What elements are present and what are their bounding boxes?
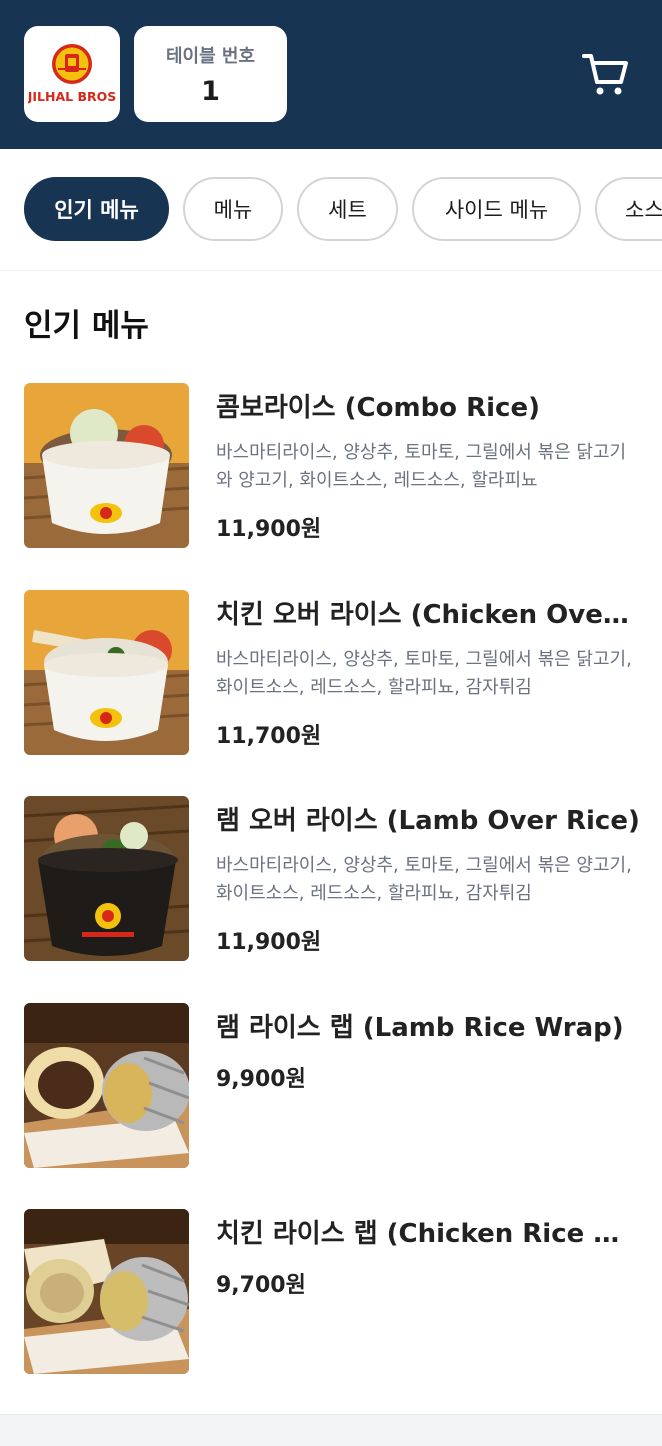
black-bowl-image-icon [24,796,189,961]
table-number-label: 테이블 번호 [165,46,256,67]
table-number-card: 테이블 번호 1 [134,26,287,122]
tab-popular-menu[interactable]: 인기 메뉴 [24,177,169,241]
menu-item-description: 바스마티라이스, 양상추, 토마토, 그릴에서 볶은 닭고기, 화이트소스, 레… [216,649,632,698]
bottom-bar [0,1414,662,1446]
menu-item-price: 11,900원 [216,930,322,955]
menu-item-chicken-over-rice[interactable]: 치킨 오버 라이스 (Chicken Over Rice) 바스마티라이스, 양… [0,590,662,760]
app-header: JILHAL BROS 테이블 번호 1 [0,0,662,149]
svg-text:JILHAL BROS: JILHAL BROS [28,89,116,104]
rice-bowl-image-icon [24,590,189,755]
menu-item-image [24,590,189,755]
brand-logo: JILHAL BROS [24,26,120,122]
menu-item-image [24,1209,189,1374]
menu-item-price: 11,900원 [216,517,322,542]
tab-menu[interactable]: 메뉴 [183,177,283,241]
tab-set[interactable]: 세트 [297,177,398,241]
table-number-value: 1 [201,76,220,107]
cart-button[interactable] [580,50,630,98]
menu-item-name: 콤보라이스 (Combo Rice) [216,393,540,423]
menu-item-price: 9,900원 [216,1067,306,1092]
menu-item-price: 11,700원 [216,724,322,749]
jilhal-bros-logo-icon: JILHAL BROS [28,44,116,104]
wrap-image-icon [24,1209,189,1374]
menu-item-name: 램 라이스 랩 (Lamb Rice Wrap) [216,1013,624,1043]
menu-item-chicken-rice-wrap[interactable]: 치킨 라이스 랩 (Chicken Rice Wrap) 9,700원 [0,1209,662,1379]
rice-bowl-image-icon [24,383,189,548]
menu-item-description: 바스마티라이스, 양상추, 토마토, 그릴에서 볶은 양고기, 화이트소스, 레… [216,855,632,904]
menu-item-image [24,1003,189,1168]
menu-item-name: 램 오버 라이스 (Lamb Over Rice) [216,806,640,836]
category-tabs: 인기 메뉴 메뉴 세트 사이드 메뉴 소스 [0,149,662,271]
tab-side-menu[interactable]: 사이드 메뉴 [412,177,581,241]
section-title: 인기 메뉴 [24,308,149,344]
menu-item-name: 치킨 오버 라이스 (Chicken Over Rice) [216,600,640,630]
menu-item-lamb-rice-wrap[interactable]: 램 라이스 랩 (Lamb Rice Wrap) 9,900원 [0,1003,662,1173]
menu-item-image [24,796,189,961]
menu-item-image [24,383,189,548]
wrap-image-icon [24,1003,189,1168]
menu-item-price: 9,700원 [216,1273,306,1298]
menu-item-description: 바스마티라이스, 양상추, 토마토, 그릴에서 볶은 닭고기와 양고기, 화이트… [216,442,627,491]
cart-icon [582,54,628,95]
menu-item-combo-rice[interactable]: 콤보라이스 (Combo Rice) 바스마티라이스, 양상추, 토마토, 그릴… [0,383,662,553]
menu-item-lamb-over-rice[interactable]: 램 오버 라이스 (Lamb Over Rice) 바스마티라이스, 양상추, … [0,796,662,966]
tab-sauce[interactable]: 소스 [595,177,662,241]
menu-item-name: 치킨 라이스 랩 (Chicken Rice Wrap) [216,1219,640,1249]
